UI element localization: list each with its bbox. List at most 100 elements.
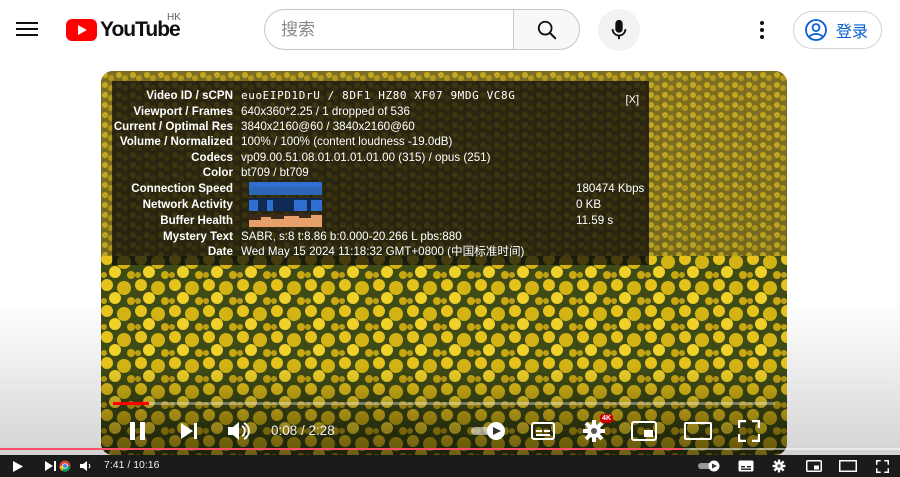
chrome-icon (59, 460, 71, 472)
stat-row-viewport: Viewport / Frames 640x360*2.25 / 1 dropp… (112, 104, 410, 120)
miniplayer-icon (631, 421, 657, 441)
miniplayer-button[interactable] (629, 417, 659, 445)
outer-play-button[interactable] (10, 458, 26, 474)
video-player[interactable]: [X] Video ID / sCPN euoEIPD1DrU / 8DF1 H… (101, 71, 787, 455)
search-input[interactable] (265, 10, 514, 49)
stat-value: 100% / 100% (content loudness -19.0dB) (241, 135, 453, 148)
stat-label: Viewport / Frames (133, 105, 233, 118)
stat-value: Wed May 15 2024 11:18:32 GMT+0800 (中国标准时… (241, 245, 525, 258)
stat-value: SABR, s:8 t:8.86 b:0.000-20.266 L pbs:88… (241, 230, 462, 243)
fullscreen-button[interactable] (734, 417, 764, 445)
region-code: HK (167, 12, 181, 23)
outer-mute-button[interactable] (78, 458, 94, 474)
player-time: 0:08 / 2:28 (271, 423, 335, 438)
stat-label: Codecs (191, 151, 233, 164)
signin-label: 登录 (836, 22, 869, 41)
stat-label: Network Activity (142, 198, 233, 211)
menu-icon[interactable] (16, 18, 40, 40)
subtitles-button[interactable] (528, 417, 558, 445)
play-icon (13, 460, 23, 472)
player-progress-bar[interactable] (113, 402, 775, 405)
miniplayer-icon (806, 460, 822, 472)
outer-player-time: 7:41 / 10:16 (104, 459, 160, 471)
stat-row-date: Date Wed May 15 2024 11:18:32 GMT+0800 (… (112, 244, 525, 260)
stat-value: bt709 / bt709 (241, 166, 309, 179)
stat-label: Current / Optimal Res (113, 120, 233, 133)
fullscreen-icon (875, 459, 889, 473)
buffer-health-value: 11.59 s (576, 214, 614, 227)
autoplay-toggle-icon (698, 460, 720, 472)
fullscreen-icon (738, 420, 760, 442)
youtube-watch-page: YouTube HK 登录 (0, 0, 900, 477)
stat-label: Volume / Normalized (119, 135, 233, 148)
autoplay-toggle[interactable] (469, 417, 507, 445)
network-activity-value: 0 KB (576, 198, 602, 211)
player-controls: 0:08 / 2:28 4K (101, 411, 787, 451)
stat-value: 3840x2160@60 / 3840x2160@60 (241, 120, 415, 133)
stat-label: Video ID / sCPN (146, 89, 233, 102)
outer-subtitles-button[interactable] (737, 458, 755, 474)
quality-badge: 4K (600, 414, 613, 423)
account-icon (805, 19, 827, 41)
voice-search-button[interactable] (598, 9, 640, 51)
outer-settings-button[interactable] (770, 458, 788, 474)
youtube-play-logo-icon (66, 19, 97, 41)
outer-player-controls: 7:41 / 10:16 (0, 455, 900, 477)
stat-row-color: Color bt709 / bt709 (112, 165, 309, 181)
pause-icon (130, 422, 145, 440)
theater-mode-button[interactable] (681, 417, 715, 445)
more-vertical-icon[interactable] (752, 18, 772, 42)
volume-icon (228, 422, 250, 440)
stat-row-volume: Volume / Normalized 100% / 100% (content… (112, 134, 453, 150)
settings-button[interactable]: 4K (579, 414, 613, 445)
outer-autoplay-toggle[interactable] (696, 458, 722, 474)
theater-icon (839, 460, 857, 472)
youtube-logo[interactable]: YouTube (66, 17, 181, 43)
stat-row-connection-speed: Connection Speed (112, 181, 241, 197)
theater-icon (684, 422, 712, 440)
stat-value: vp09.00.51.08.01.01.01.01.00 (315) / opu… (241, 151, 491, 164)
stats-for-nerds-panel: [X] Video ID / sCPN euoEIPD1DrU / 8DF1 H… (112, 81, 649, 265)
search-button[interactable] (513, 9, 580, 50)
stat-label: Connection Speed (131, 182, 233, 195)
masthead: YouTube HK 登录 (0, 0, 900, 60)
outer-progress-played (0, 448, 684, 450)
stats-close-button[interactable]: [X] (626, 93, 639, 109)
outer-progress-bar[interactable] (683, 448, 900, 450)
mute-button[interactable] (223, 417, 253, 445)
pause-button[interactable] (123, 417, 153, 445)
stat-row-mystery-text: Mystery Text SABR, s:8 t:8.86 b:0.000-20… (112, 229, 462, 245)
signin-button[interactable]: 登录 (793, 11, 882, 49)
autoplay-toggle-icon (471, 422, 505, 440)
next-icon (181, 423, 197, 439)
stat-label: Color (202, 166, 233, 179)
stat-label: Mystery Text (162, 230, 233, 243)
browser-icon (58, 458, 72, 474)
settings-icon (772, 459, 786, 473)
mic-icon (611, 19, 627, 40)
volume-icon (80, 461, 91, 471)
stat-value: euoEIPD1DrU / 8DF1 HZ80 XF07 9MDG VC8G (241, 89, 516, 102)
stat-row-buffer-health: Buffer Health (112, 213, 241, 229)
stat-row-resolution: Current / Optimal Res 3840x2160@60 / 384… (112, 119, 415, 135)
stat-row-network-activity: Network Activity (112, 197, 241, 213)
search-icon (537, 20, 556, 39)
stat-value: 640x360*2.25 / 1 dropped of 536 (241, 105, 410, 118)
subtitles-icon (738, 460, 754, 472)
outer-theater-button[interactable] (838, 458, 858, 474)
outer-fullscreen-button[interactable] (873, 458, 891, 474)
subtitles-icon (531, 422, 555, 440)
next-button[interactable] (174, 417, 204, 445)
search-box (264, 9, 514, 50)
stat-label: Buffer Health (160, 214, 233, 227)
stat-row-video-id: Video ID / sCPN euoEIPD1DrU / 8DF1 HZ80 … (112, 88, 515, 104)
stat-row-codecs: Codecs vp09.00.51.08.01.01.01.01.00 (315… (112, 150, 490, 166)
next-icon (45, 461, 56, 471)
connection-speed-value: 180474 Kbps (576, 182, 645, 195)
player-progress-played (113, 402, 149, 405)
network-activity-graph (249, 198, 322, 211)
stat-label: Date (207, 245, 233, 258)
outer-miniplayer-button[interactable] (804, 458, 824, 474)
connection-speed-graph (249, 182, 322, 195)
buffer-health-graph (249, 214, 322, 227)
